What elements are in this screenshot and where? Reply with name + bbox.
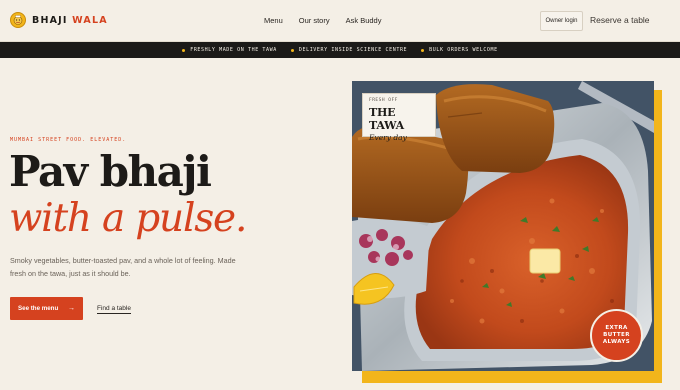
brand-name-second: WALA <box>72 14 108 26</box>
main-nav: Menu Our story Ask Buddy <box>264 16 381 25</box>
ticker-item: BULK ORDERS WELCOME <box>421 47 498 53</box>
bullet-dot-icon <box>182 48 186 52</box>
site-header: BHAJI WALA Menu Our story Ask Buddy Owne… <box>0 0 680 42</box>
badge-text: EXTRA BUTTER ALWAYS <box>602 325 631 345</box>
chef-mascot-icon <box>10 12 26 28</box>
hero-description: Smoky vegetables, butter-toasted pav, an… <box>10 256 236 278</box>
nav-item-our-story[interactable]: Our story <box>299 16 330 25</box>
hero-eyebrow: MUMBAI STREET FOOD. ELEVATED. <box>10 137 127 143</box>
card-kicker: FRESH OFF <box>369 98 398 103</box>
announcement-ticker: FRESHLY MADE ON THE TAWA DELIVERY INSIDE… <box>0 42 680 58</box>
nav-item-menu[interactable]: Menu <box>264 16 283 25</box>
fresh-tawa-card: FRESH OFF THE TAWA Every day <box>362 93 436 142</box>
hero-title: Pav bhaji <box>9 147 212 196</box>
find-table-link[interactable]: Find a table <box>97 305 131 314</box>
nav-item-ask-buddy[interactable]: Ask Buddy <box>346 16 382 25</box>
bullet-dot-icon <box>421 48 425 52</box>
see-menu-label: See the menu <box>18 305 59 312</box>
card-title: THE TAWA <box>369 106 404 132</box>
brand-name: BHAJI WALA <box>32 15 108 26</box>
owner-login-button[interactable]: Owner login <box>540 11 583 31</box>
hero-title-accent: with a pulse. <box>9 196 247 241</box>
ticker-text: DELIVERY INSIDE SCIENCE CENTRE <box>298 47 408 53</box>
arrow-right-icon: → <box>68 305 75 312</box>
ticker-item: DELIVERY INSIDE SCIENCE CENTRE <box>290 47 408 53</box>
ticker-text: FRESHLY MADE ON THE TAWA <box>190 47 277 53</box>
see-menu-button[interactable]: See the menu → <box>10 297 83 320</box>
extra-butter-badge: EXTRA BUTTER ALWAYS <box>590 309 643 362</box>
ticker-text: BULK ORDERS WELCOME <box>429 47 498 53</box>
bullet-dot-icon <box>290 48 294 52</box>
reserve-table-link[interactable]: Reserve a table <box>590 15 650 25</box>
brand-name-first: BHAJI <box>32 14 68 26</box>
ticker-item: FRESHLY MADE ON THE TAWA <box>182 47 277 53</box>
card-subtitle: Every day <box>369 133 407 142</box>
brand-logo[interactable]: BHAJI WALA <box>10 12 108 28</box>
